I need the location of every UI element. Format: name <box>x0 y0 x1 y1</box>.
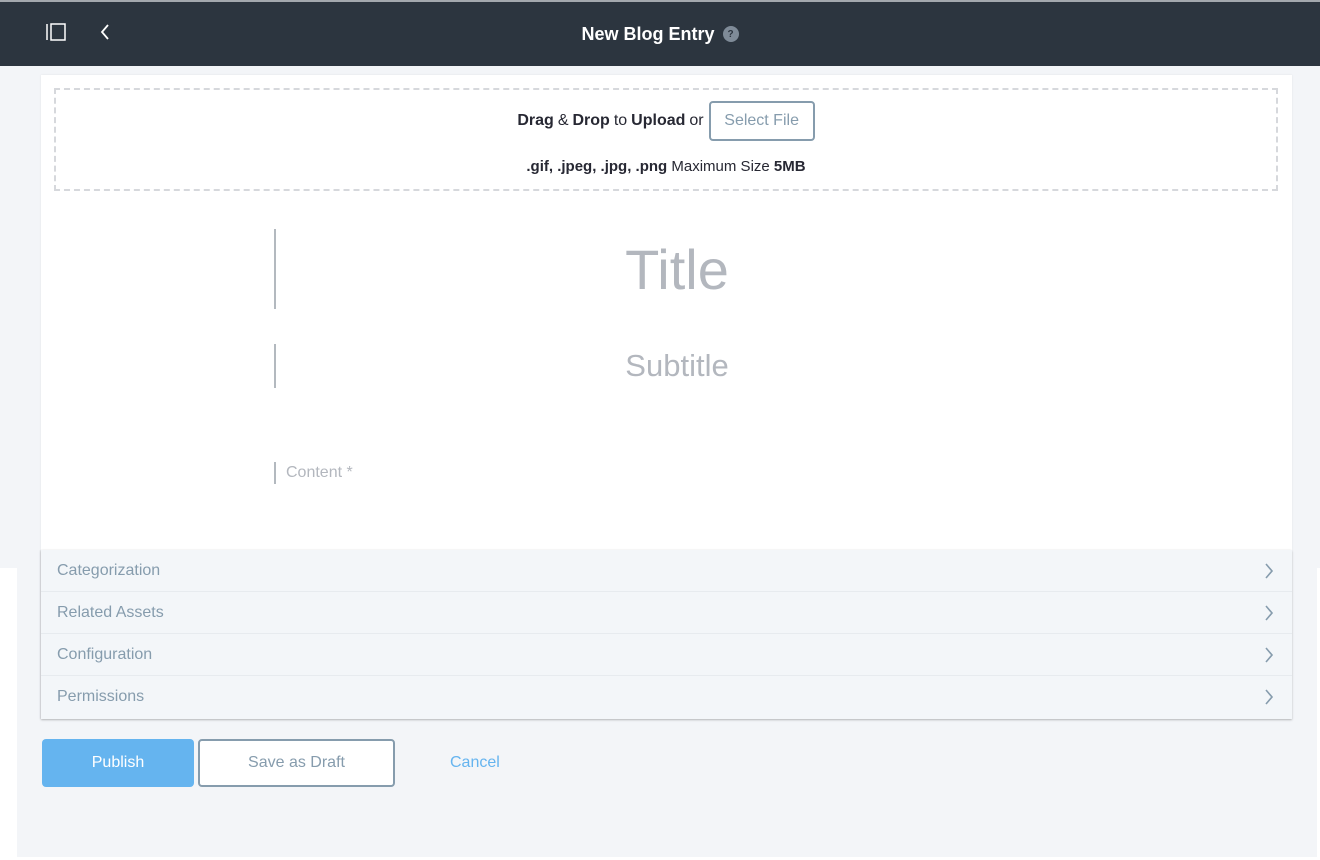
drag-text: Drag <box>517 112 554 129</box>
panel-label: Permissions <box>57 688 145 705</box>
to-text: to <box>613 112 628 129</box>
dropzone-instructions: Drag & Drop to Upload or Select File <box>56 101 1276 141</box>
select-file-button[interactable]: Select File <box>708 101 815 141</box>
title-field <box>274 229 1078 309</box>
amp-text: & <box>557 112 569 129</box>
title-input[interactable] <box>276 229 1078 309</box>
chevron-right-icon <box>1264 562 1274 580</box>
chevron-right-icon <box>1264 688 1274 706</box>
sidebar-toggle-button[interactable] <box>41 2 71 66</box>
navbar: New Blog Entry ? <box>0 2 1320 66</box>
back-button[interactable] <box>90 2 120 66</box>
drop-text: Drop <box>572 112 610 129</box>
settings-panels: Categorization Related Assets Configurat… <box>41 550 1292 719</box>
image-dropzone[interactable]: Drag & Drop to Upload or Select File .gi… <box>54 88 1278 191</box>
page-title-group: New Blog Entry ? <box>581 23 739 45</box>
form-actions: Publish Save as Draft Cancel <box>42 739 500 787</box>
dropzone-constraints: .gif, .jpeg, .jpg, .png Maximum Size 5MB <box>56 158 1276 175</box>
chevron-right-icon <box>1264 646 1274 664</box>
panel-label: Related Assets <box>57 603 164 621</box>
save-as-draft-button[interactable]: Save as Draft <box>198 739 395 787</box>
publish-button[interactable]: Publish <box>42 739 194 787</box>
panel-categorization[interactable]: Categorization <box>41 550 1292 592</box>
cancel-link[interactable]: Cancel <box>450 754 500 772</box>
sidebar-toggle-icon <box>45 22 67 46</box>
allowed-formats: .gif, .jpeg, .jpg, .png <box>526 158 668 175</box>
panel-related-assets[interactable]: Related Assets <box>41 592 1292 634</box>
blog-entry-form: Drag & Drop to Upload or Select File .gi… <box>41 75 1292 550</box>
chevron-right-icon <box>1264 604 1274 622</box>
panel-configuration[interactable]: Configuration <box>41 634 1292 676</box>
content-field <box>274 462 1078 484</box>
max-size-value: 5MB <box>773 158 806 175</box>
max-size-label: Maximum Size <box>671 158 770 175</box>
panel-label: Categorization <box>57 561 161 579</box>
content-input[interactable] <box>276 462 1078 484</box>
chevron-left-icon <box>99 23 111 46</box>
panel-permissions[interactable]: Permissions <box>41 676 1292 718</box>
question-circle-icon[interactable]: ? <box>722 26 739 42</box>
panel-label: Configuration <box>57 645 153 663</box>
subtitle-input[interactable] <box>276 344 1078 388</box>
subtitle-field <box>274 344 1078 388</box>
page-title: New Blog Entry <box>581 23 715 44</box>
or-text: or <box>689 112 704 129</box>
upload-text: Upload <box>631 112 686 129</box>
